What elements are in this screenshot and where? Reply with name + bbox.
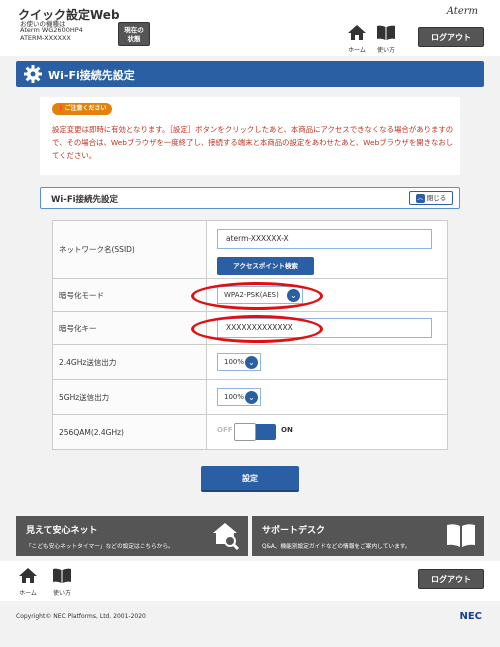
- encryption-mode-label: 暗号化モード: [52, 278, 207, 312]
- footer-home-nav[interactable]: ホーム: [16, 568, 40, 597]
- nec-logo: NEC: [459, 611, 482, 622]
- mieru-anshin-net-banner[interactable]: 見えて安心ネット 「こども安心ネットタイマー」などの設定はこちらから。: [16, 516, 248, 556]
- page-title-bar: Wi-Fi接続先設定: [16, 61, 484, 87]
- home-icon: [348, 25, 366, 40]
- model-id: ATERM-XXXXXX: [20, 34, 71, 42]
- footer: ホーム 使い方 ログアウト: [0, 561, 500, 601]
- current-status-label-1: 現在の: [124, 26, 144, 34]
- table-row-encryption-mode: 暗号化モード WPA2-PSK(AES) ⌄: [52, 278, 448, 312]
- table-row-encryption-key: 暗号化キー XXXXXXXXXXXXX: [52, 311, 448, 345]
- banner-left-subtitle: 「こども安心ネットタイマー」などの設定はこちらから。: [26, 544, 174, 550]
- guide-label: 使い方: [376, 47, 395, 54]
- tx-24ghz-select[interactable]: 100% ⌄: [217, 353, 261, 371]
- notice-box: ❗ご注意ください 設定変更は即時に有効となります。［設定］ボタンをクリックしたあ…: [40, 97, 460, 175]
- ssid-label: ネットワーク名(SSID): [52, 220, 207, 279]
- close-panel-button[interactable]: ︿ 閉じる: [409, 191, 453, 205]
- table-row-tx-24ghz: 2.4GHz送信出力 100% ⌄: [52, 344, 448, 380]
- tx-24ghz-label: 2.4GHz送信出力: [52, 344, 207, 380]
- access-point-search-button[interactable]: アクセスポイント検索: [217, 257, 314, 275]
- book-icon: [53, 568, 71, 583]
- banner-right-subtitle: Q&A、機能別設定ガイドなどの情報をご案内しています。: [262, 544, 411, 550]
- panel-title: Wi-Fi接続先設定: [51, 195, 119, 205]
- footer-home-label: ホーム: [19, 590, 37, 597]
- header: クイック設定Web お使いの機種は Aterm WG2600HP4 ATERM-…: [0, 0, 500, 56]
- close-panel-label: 閉じる: [426, 194, 447, 202]
- qam-toggle[interactable]: OFF ON: [217, 423, 293, 441]
- settings-table: ネットワーク名(SSID) aterm-XXXXXX-X アクセスポイント検索 …: [52, 220, 448, 450]
- chevron-down-icon: ⌄: [245, 391, 258, 404]
- support-desk-banner[interactable]: サポートデスク Q&A、機能別設定ガイドなどの情報をご案内しています。: [252, 516, 484, 556]
- chevron-down-icon: ⌄: [245, 356, 258, 369]
- notice-badge: ❗ご注意ください: [52, 103, 112, 115]
- highlight-oval-encryption-mode: [191, 282, 323, 310]
- footer-guide-label: 使い方: [52, 590, 71, 597]
- ssid-input[interactable]: aterm-XXXXXX-X: [217, 229, 432, 249]
- home-label: ホーム: [348, 47, 366, 54]
- gear-icon: [24, 65, 42, 83]
- book-icon: [377, 25, 395, 40]
- table-row-ssid: ネットワーク名(SSID) aterm-XXXXXX-X アクセスポイント検索: [52, 220, 448, 279]
- qam-off-label: OFF: [217, 426, 233, 434]
- house-search-icon: [213, 523, 240, 550]
- chevron-up-icon: ︿: [415, 193, 425, 203]
- banner-right-title: サポートデスク: [262, 526, 326, 536]
- open-book-icon: [447, 524, 475, 547]
- tx-24ghz-value: 100%: [224, 358, 245, 366]
- copyright: Copyright© NEC Platforms, Ltd. 2001-2020: [16, 613, 146, 620]
- qam-on-label: ON: [281, 426, 293, 434]
- notice-text: 設定変更は即時に有効となります。［設定］ボタンをクリックしたあと、本商品にアクセ…: [52, 125, 454, 160]
- tx-5ghz-label: 5GHz送信出力: [52, 379, 207, 415]
- home-nav[interactable]: ホーム: [345, 25, 369, 54]
- aterm-logo: Aterm: [446, 6, 478, 17]
- qam-toggle-knob: [234, 423, 256, 441]
- banner-left-title: 見えて安心ネット: [26, 526, 98, 536]
- tx-5ghz-value: 100%: [224, 393, 245, 401]
- current-status-button[interactable]: 現在の 状態: [118, 22, 150, 46]
- tx-5ghz-select[interactable]: 100% ⌄: [217, 388, 261, 406]
- page-title: Wi-Fi接続先設定: [48, 69, 135, 82]
- submit-button[interactable]: 設定: [201, 466, 299, 492]
- highlight-oval-encryption-key: [191, 315, 323, 343]
- encryption-key-label: 暗号化キー: [52, 311, 207, 345]
- settings-panel-header: Wi-Fi接続先設定 ︿ 閉じる: [40, 187, 460, 209]
- current-status-label-2: 状態: [127, 35, 141, 43]
- home-icon: [19, 568, 37, 583]
- qam-label: 256QAM(2.4GHz): [52, 414, 207, 450]
- logout-button[interactable]: ログアウト: [418, 27, 484, 47]
- guide-nav[interactable]: 使い方: [374, 25, 398, 54]
- notice-badge-label: ご注意ください: [64, 105, 107, 112]
- footer-logout-button[interactable]: ログアウト: [418, 569, 484, 589]
- model-name: Aterm WG2600HP4: [20, 26, 83, 34]
- table-row-256qam: 256QAM(2.4GHz) OFF ON: [52, 414, 448, 450]
- table-row-tx-5ghz: 5GHz送信出力 100% ⌄: [52, 379, 448, 415]
- footer-guide-nav[interactable]: 使い方: [50, 568, 74, 597]
